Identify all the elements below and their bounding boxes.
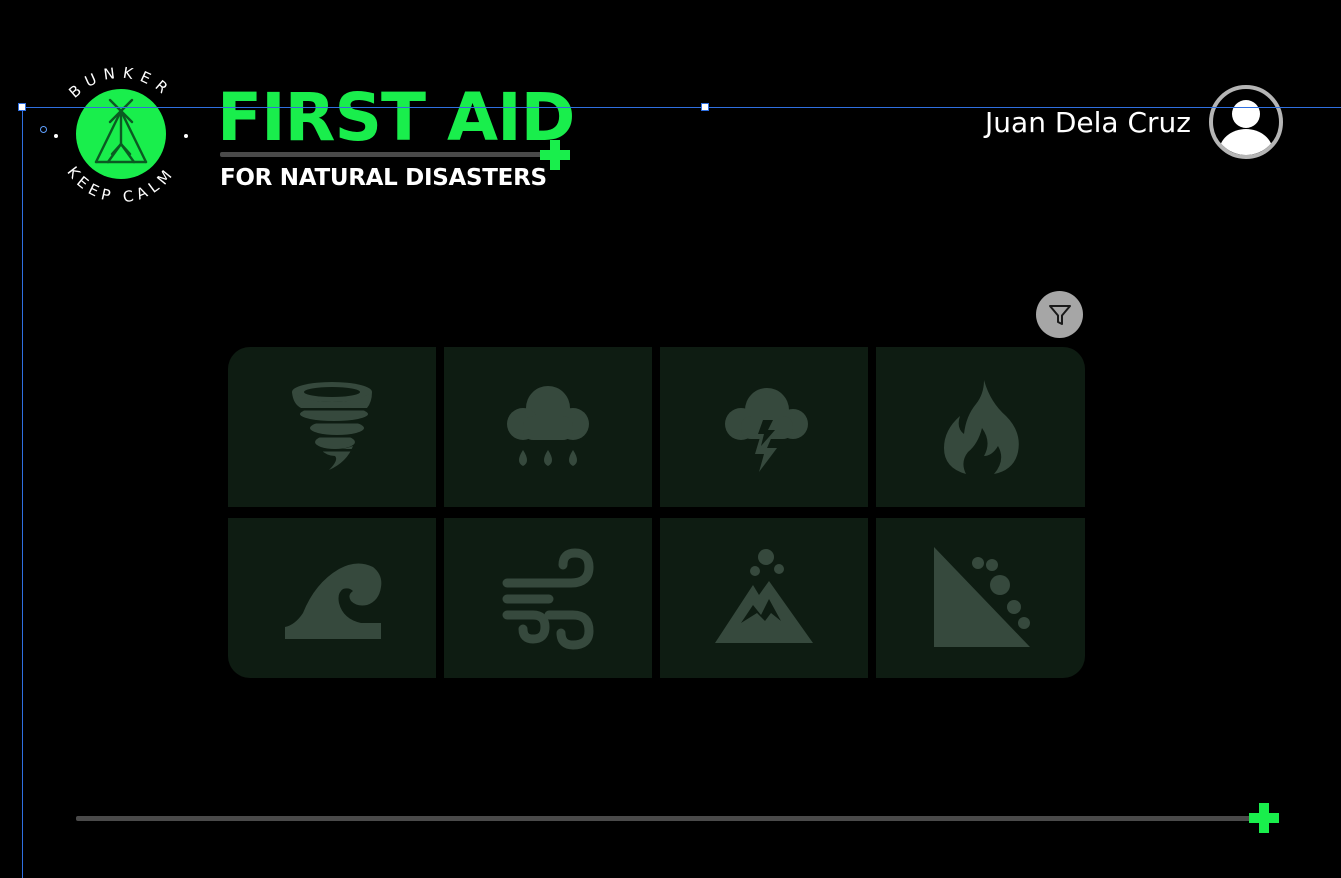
disaster-tile-volcano[interactable] — [660, 518, 868, 678]
disaster-tile-rain[interactable] — [444, 347, 652, 507]
selection-handle[interactable] — [701, 103, 709, 111]
guide-line-vertical — [22, 107, 23, 878]
disaster-tile-tsunami[interactable] — [228, 518, 436, 678]
bunker-logo[interactable]: BUNKER KEEP CALM — [40, 58, 202, 220]
page-title: FIRST AID — [217, 79, 575, 156]
disaster-tile-wind[interactable] — [444, 518, 652, 678]
user-name[interactable]: Juan Dela Cruz — [985, 106, 1191, 140]
plus-icon — [1249, 803, 1279, 833]
user-avatar-icon — [1209, 85, 1283, 159]
tornado-icon — [292, 382, 372, 470]
tsunami-wave-icon — [285, 563, 382, 639]
page-subtitle: FOR NATURAL DISASTERS — [220, 165, 547, 191]
selection-handle[interactable] — [18, 103, 26, 111]
rotation-handle[interactable] — [40, 126, 47, 133]
wind-icon — [502, 548, 594, 650]
footer-divider — [76, 816, 1256, 821]
logo-ring-dot-left — [54, 134, 58, 138]
disaster-tile-tornado[interactable] — [228, 347, 436, 507]
title-underline — [220, 152, 542, 157]
filter-icon — [1048, 304, 1071, 325]
disaster-tile-thunderstorm[interactable] — [660, 347, 868, 507]
disaster-tile-fire[interactable] — [876, 347, 1085, 507]
logo-ring-dot-right — [184, 134, 188, 138]
volcano-icon — [715, 549, 813, 643]
thunderstorm-icon — [725, 388, 808, 472]
guide-line-horizontal — [22, 107, 1341, 108]
logo-emblem: BUNKER KEEP CALM — [54, 63, 188, 206]
user-avatar-button[interactable] — [1208, 84, 1284, 160]
rain-cloud-icon — [507, 386, 589, 466]
filter-button[interactable] — [1036, 291, 1083, 338]
landslide-icon — [933, 547, 1030, 647]
fire-icon — [943, 380, 1019, 474]
disaster-grid — [228, 347, 1085, 678]
disaster-tile-landslide[interactable] — [876, 518, 1085, 678]
